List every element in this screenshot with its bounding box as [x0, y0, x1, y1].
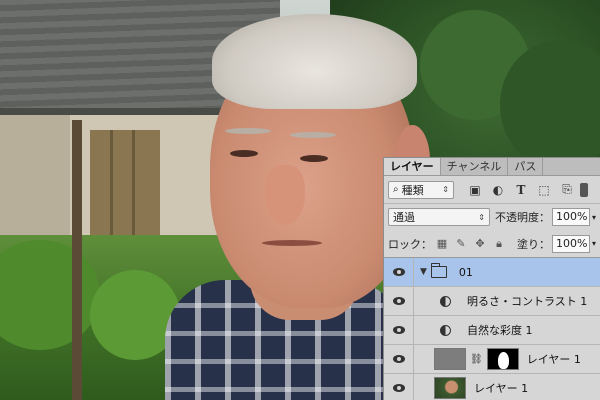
eye-icon: [392, 355, 405, 363]
layer-row-adjustment[interactable]: 自然な彩度 1: [384, 316, 600, 345]
eye: [300, 155, 328, 162]
chain-link-icon[interactable]: ⛓: [470, 354, 483, 365]
mouth: [262, 240, 322, 246]
eye: [230, 150, 258, 157]
smart-object-filter-icon[interactable]: ⎘: [560, 182, 574, 197]
select-arrows-icon: ⇕: [442, 185, 449, 194]
layer-row-masked[interactable]: ⛓ レイヤー 1: [384, 345, 600, 374]
layers-panel: レイヤー チャンネル パス ⌕ 種類 ⇕ ▣ ◐ T ⬚ ⎘ 通過 ⇕ 不透明度…: [383, 157, 600, 400]
filter-kind-select[interactable]: ⌕ 種類 ⇕: [388, 180, 454, 199]
layer-body: ⛓ レイヤー 1: [414, 348, 600, 370]
door-plank: [110, 130, 113, 250]
lock-position-move-icon[interactable]: ✥: [474, 237, 486, 250]
layer-name: 01: [458, 265, 473, 279]
lock-transparency-icon[interactable]: ▦: [436, 237, 448, 250]
filter-kind-label: 種類: [401, 183, 424, 197]
expand-arrow-icon[interactable]: ▼: [420, 267, 427, 277]
layer-body: 明るさ・コントラスト 1: [414, 293, 600, 309]
fill-label: 塗り：: [516, 237, 550, 251]
eye-icon: [392, 326, 405, 334]
visibility-toggle[interactable]: [384, 287, 414, 315]
layer-mask-thumbnail[interactable]: [486, 348, 519, 370]
adjustment-filter-icon[interactable]: ◐: [491, 183, 505, 197]
layer-thumbnail[interactable]: [434, 348, 466, 370]
image-filter-icon[interactable]: ▣: [468, 183, 482, 197]
tab-channels[interactable]: チャンネル: [441, 158, 509, 175]
tab-bar-fill: [543, 158, 600, 175]
door-plank: [132, 130, 135, 250]
folder-icon: [430, 263, 447, 278]
filter-row: ⌕ 種類 ⇕ ▣ ◐ T ⬚ ⎘: [384, 176, 600, 204]
blend-mode-select[interactable]: 通過 ⇕: [388, 208, 490, 226]
layer-list: ▼ 01 明るさ・コントラスト 1 自然な彩度 1 ⛓ レイヤー 1 レイヤー …: [384, 258, 600, 400]
shape-filter-icon[interactable]: ⬚: [537, 183, 551, 197]
hair: [212, 14, 417, 109]
select-arrows-icon: ⇕: [478, 212, 485, 222]
adjustment-layer-icon: [440, 295, 451, 307]
layer-name: レイヤー 1: [474, 382, 529, 395]
shed-door: [90, 130, 160, 250]
nose: [265, 165, 305, 225]
adjustment-layer-icon: [440, 324, 451, 336]
tab-layers[interactable]: レイヤー: [384, 158, 441, 175]
wooden-post: [72, 120, 82, 400]
tab-paths[interactable]: パス: [508, 158, 544, 175]
search-icon: ⌕: [393, 184, 399, 195]
eye-icon: [392, 384, 405, 392]
eyebrow: [290, 132, 336, 138]
layer-name: レイヤー 1: [526, 353, 581, 366]
visibility-toggle[interactable]: [384, 345, 414, 373]
visibility-toggle[interactable]: [384, 258, 414, 286]
eye-icon: [392, 268, 405, 276]
blend-mode-value: 通過: [393, 211, 415, 224]
layer-body: レイヤー 1: [414, 377, 600, 399]
eye-icon: [392, 297, 405, 305]
lock-label: ロック：: [388, 237, 432, 251]
opacity-input[interactable]: 100%: [551, 208, 590, 226]
layer-body: 自然な彩度 1: [414, 322, 600, 338]
layer-name: 自然な彩度 1: [467, 324, 533, 337]
fill-dropdown-icon[interactable]: ▾: [592, 239, 596, 248]
lock-image-brush-icon[interactable]: ✎: [455, 237, 467, 250]
blend-row: 通過 ⇕ 不透明度： 100% ▾: [384, 204, 600, 230]
type-filter-icon[interactable]: T: [514, 183, 528, 197]
opacity-label: 不透明度：: [494, 211, 550, 224]
layer-row-pixel[interactable]: レイヤー 1: [384, 374, 600, 400]
mask-silhouette: [497, 352, 509, 369]
lock-icons: ▦ ✎ ✥ 🔒︎: [436, 237, 505, 251]
eyebrow: [225, 128, 271, 134]
layer-row-group[interactable]: ▼ 01: [384, 258, 600, 287]
layer-row-adjustment[interactable]: 明るさ・コントラスト 1: [384, 287, 600, 316]
layer-name: 明るさ・コントラスト 1: [467, 295, 588, 308]
filter-toggle[interactable]: [580, 182, 588, 197]
visibility-toggle[interactable]: [384, 374, 414, 400]
layer-thumbnail[interactable]: [434, 377, 466, 399]
lock-row: ロック： ▦ ✎ ✥ 🔒︎ 塗り： 100% ▾: [384, 230, 600, 258]
visibility-toggle[interactable]: [384, 316, 414, 344]
opacity-dropdown-icon[interactable]: ▾: [592, 213, 596, 222]
filter-icons: ▣ ◐ T ⬚ ⎘: [468, 182, 574, 197]
fill-input[interactable]: 100%: [551, 234, 590, 253]
lock-all-padlock-icon[interactable]: 🔒︎: [493, 237, 505, 250]
layer-body: ▼ 01: [414, 263, 600, 279]
panel-tabs: レイヤー チャンネル パス: [384, 158, 600, 176]
